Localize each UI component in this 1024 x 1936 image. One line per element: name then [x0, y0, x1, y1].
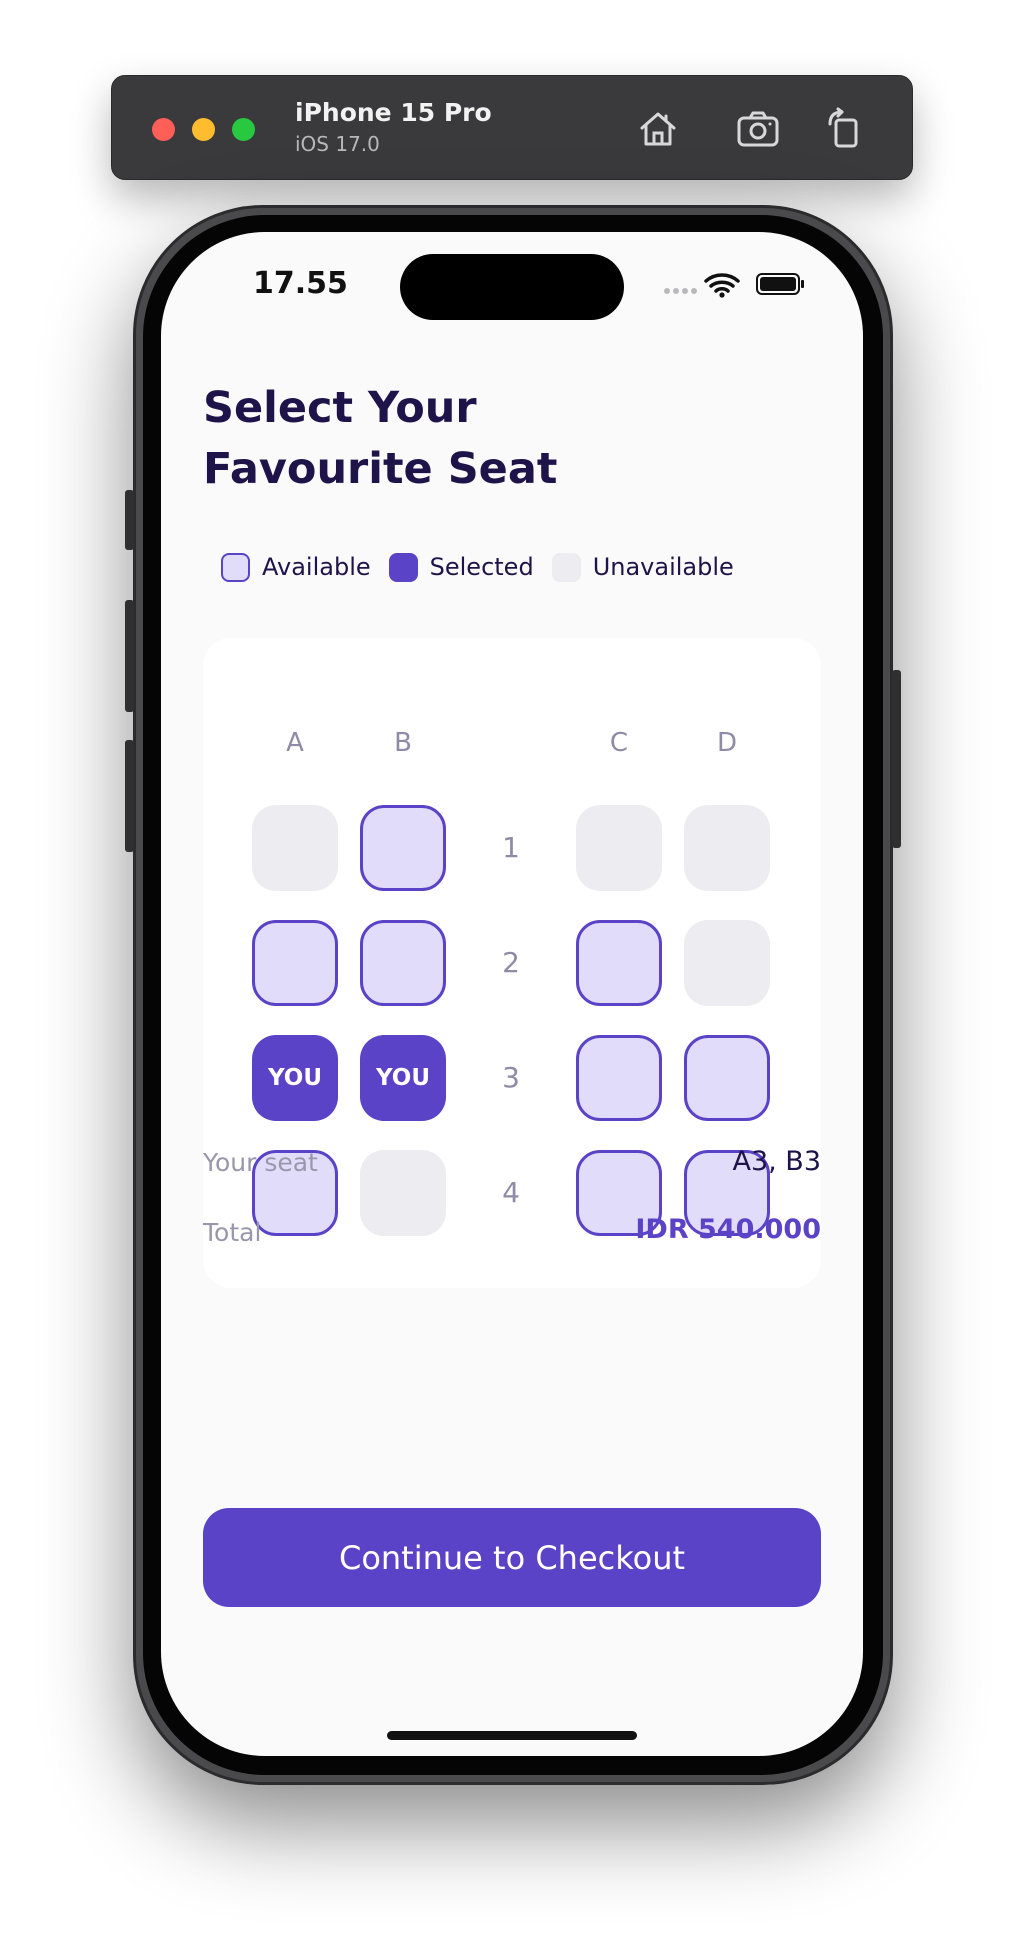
legend-selected-label: Selected — [429, 553, 534, 581]
total-label: Total — [203, 1218, 262, 1247]
status-icons — [663, 268, 813, 300]
simulator-toolbar: iPhone 15 Pro iOS 17.0 — [111, 75, 913, 180]
seat-a1 — [252, 805, 338, 891]
seat-d3[interactable] — [684, 1035, 770, 1121]
legend-selected-swatch — [388, 552, 418, 582]
legend-unavailable: Unavailable — [551, 552, 734, 582]
continue-to-checkout-button[interactable]: Continue to Checkout — [203, 1508, 821, 1607]
seat-b3[interactable]: YOU — [360, 1035, 446, 1121]
row-label-2: 2 — [502, 946, 520, 979]
seat-c2[interactable] — [576, 920, 662, 1006]
phone-screen: 17.55 Select Your Favourite Seat Availab… — [161, 232, 863, 1756]
legend-unavailable-swatch — [551, 552, 581, 582]
seat-b4 — [360, 1150, 446, 1236]
volume-down-button — [125, 740, 134, 852]
action-button — [125, 490, 134, 550]
legend-unavailable-label: Unavailable — [592, 553, 734, 581]
seat-a3[interactable]: YOU — [252, 1035, 338, 1121]
home-indicator[interactable] — [387, 1731, 637, 1740]
page-title-line-1: Select Your — [203, 383, 477, 433]
legend-available-label: Available — [262, 553, 371, 581]
os-version: iOS 17.0 — [295, 132, 380, 156]
row-label-3: 3 — [502, 1061, 520, 1094]
home-icon — [640, 112, 676, 146]
zoom-window-button[interactable] — [232, 118, 255, 141]
seat-map: A B C D 1 2 3 4 YOU YOU — [203, 638, 821, 1288]
volume-up-button — [125, 600, 134, 712]
power-button — [892, 670, 901, 848]
total-value: IDR 540.000 — [635, 1214, 821, 1245]
screenshot-button[interactable] — [735, 106, 781, 152]
wifi-icon — [704, 273, 740, 293]
simulator-stage: iPhone 15 Pro iOS 17.0 17.55 Select Your… — [0, 0, 1024, 1936]
column-label-a: A — [286, 728, 304, 758]
rotate-button[interactable] — [822, 106, 868, 152]
seat-d1 — [684, 805, 770, 891]
page-title-line-2: Favourite Seat — [203, 444, 558, 494]
seat-c1 — [576, 805, 662, 891]
dynamic-island — [400, 254, 624, 320]
status-time: 17.55 — [253, 266, 348, 301]
column-label-c: C — [609, 728, 629, 758]
row-label-1: 1 — [502, 831, 520, 864]
seat-d2 — [684, 920, 770, 1006]
wifi-dot — [719, 292, 725, 298]
your-seat-label: Your seat — [203, 1148, 318, 1177]
device-name: iPhone 15 Pro — [295, 98, 492, 127]
page-title: Select Your Favourite Seat — [203, 378, 723, 500]
seat-b2[interactable] — [360, 920, 446, 1006]
column-label-b: B — [394, 728, 412, 758]
row-label-4: 4 — [502, 1176, 520, 1209]
your-seat-value: A3, B3 — [732, 1146, 821, 1177]
screenshot-icon — [737, 111, 779, 147]
seat-a2[interactable] — [252, 920, 338, 1006]
home-button[interactable] — [635, 106, 681, 152]
rotate-icon — [828, 107, 858, 148]
column-label-d: D — [716, 728, 738, 758]
legend-selected: Selected — [388, 552, 534, 582]
cellular-dots-icon — [664, 288, 697, 294]
legend-available-swatch — [221, 552, 250, 582]
seat-b1[interactable] — [360, 805, 446, 891]
legend-available: Available — [221, 552, 371, 582]
seat-c3[interactable] — [576, 1035, 662, 1121]
seat-legend: Available Selected Unavailable — [221, 550, 752, 584]
minimize-window-button[interactable] — [192, 118, 215, 141]
battery-icon — [756, 273, 804, 295]
close-window-button[interactable] — [152, 118, 175, 141]
